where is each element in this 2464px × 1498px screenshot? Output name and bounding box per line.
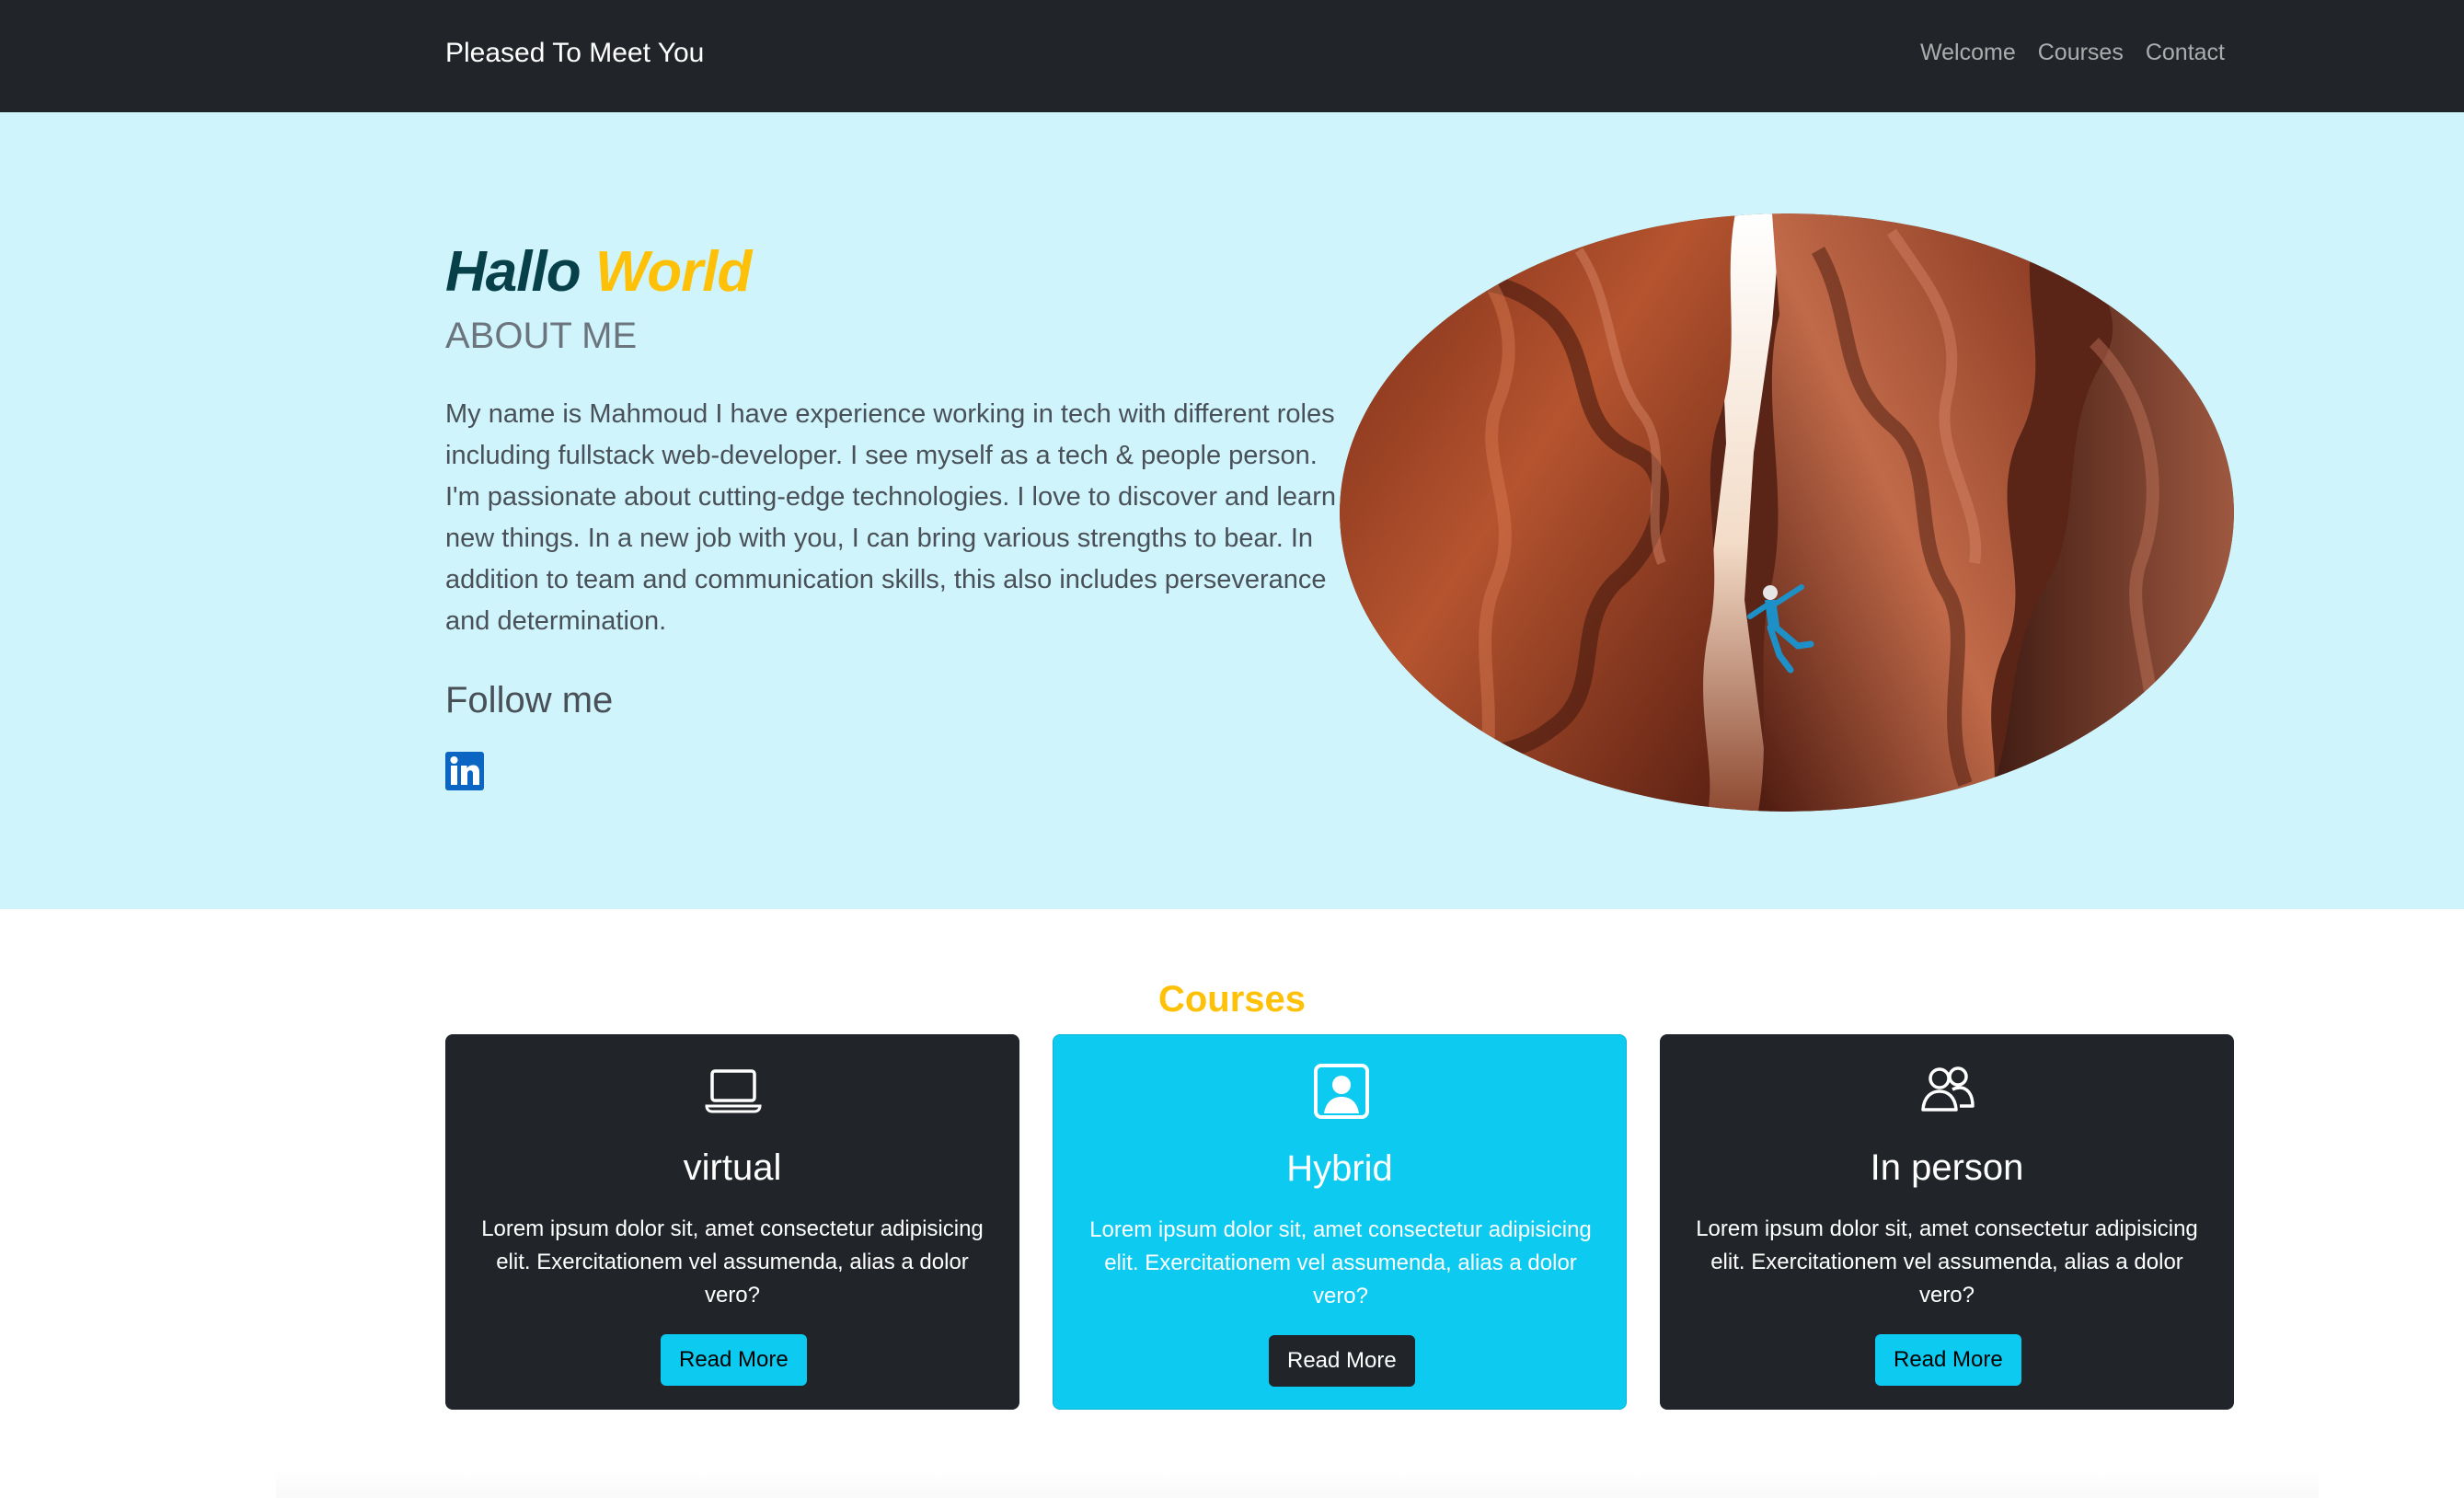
hero-title-hello: Hallo bbox=[445, 240, 581, 304]
hero-section: Hallo World ABOUT ME My name is Mahmoud … bbox=[0, 112, 2464, 909]
about-heading: ABOUT ME bbox=[445, 316, 638, 356]
hero-title-world: World bbox=[594, 240, 752, 304]
card-title: In person bbox=[1870, 1147, 2024, 1188]
card-text: Lorem ipsum dolor sit, amet consectetur … bbox=[481, 1216, 984, 1308]
hero-image-canyon-climber bbox=[1340, 213, 2234, 812]
laptop-icon bbox=[705, 1069, 762, 1113]
nav-link-contact[interactable]: Contact bbox=[2146, 33, 2225, 72]
navbar: Pleased To Meet You Welcome Courses Cont… bbox=[0, 0, 2464, 112]
follow-heading: Follow me bbox=[445, 680, 614, 720]
brand-link[interactable]: Pleased To Meet You bbox=[445, 33, 704, 74]
card-text: Lorem ipsum dolor sit, amet consectetur … bbox=[1089, 1217, 1592, 1308]
page: Pleased To Meet You Welcome Courses Cont… bbox=[0, 0, 2464, 1498]
footer-shadow bbox=[276, 1469, 2319, 1498]
course-card-in-person: In person Lorem ipsum dolor sit, amet co… bbox=[1660, 1034, 2234, 1410]
course-card-virtual: virtual Lorem ipsum dolor sit, amet cons… bbox=[445, 1034, 1019, 1410]
nav-link-courses[interactable]: Courses bbox=[2038, 33, 2124, 72]
course-card-hybrid: Hybrid Lorem ipsum dolor sit, amet conse… bbox=[1053, 1034, 1627, 1410]
courses-title: Courses bbox=[1157, 979, 1307, 1020]
read-more-button[interactable]: Read More bbox=[1875, 1334, 2021, 1386]
person-badge-icon bbox=[1314, 1064, 1369, 1119]
read-more-button[interactable]: Read More bbox=[661, 1334, 807, 1386]
people-icon bbox=[1921, 1066, 1975, 1112]
linkedin-icon[interactable] bbox=[445, 752, 484, 790]
hero-title: Hallo World bbox=[445, 237, 752, 307]
nav-link-welcome[interactable]: Welcome bbox=[1920, 33, 2016, 72]
nav-links: Welcome Courses Contact bbox=[1920, 33, 2225, 72]
about-text: My name is Mahmoud I have experience wor… bbox=[445, 399, 1336, 636]
card-title: virtual bbox=[683, 1147, 782, 1188]
card-title: Hybrid bbox=[1286, 1148, 1393, 1189]
card-text: Lorem ipsum dolor sit, amet consectetur … bbox=[1696, 1216, 2198, 1308]
read-more-button[interactable]: Read More bbox=[1269, 1335, 1415, 1387]
